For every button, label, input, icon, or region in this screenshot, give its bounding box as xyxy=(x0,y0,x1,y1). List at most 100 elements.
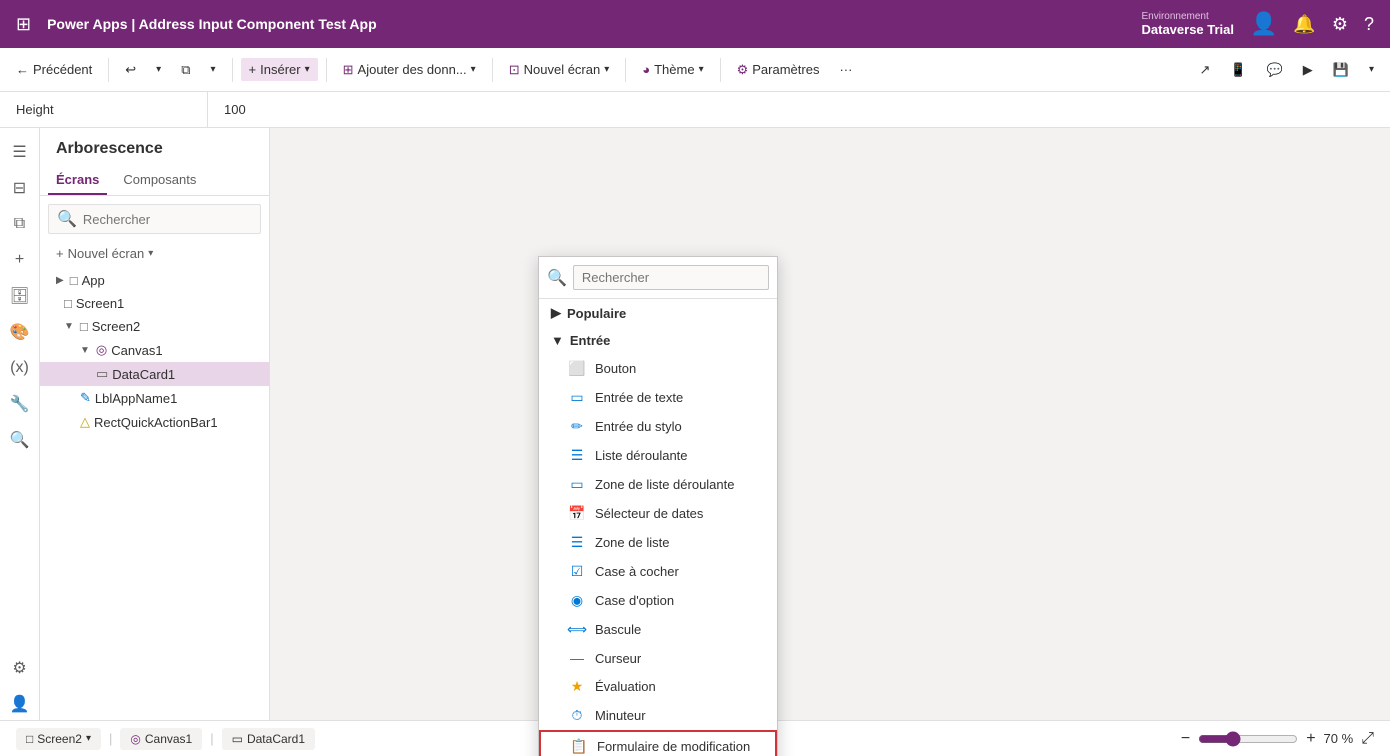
hamburger-icon[interactable]: ☰ xyxy=(4,136,36,168)
tree-search-box[interactable]: 🔍 xyxy=(48,204,261,234)
bell-icon[interactable]: 🔔 xyxy=(1293,14,1315,35)
sep3 xyxy=(326,58,327,82)
radio-icon: ◉ xyxy=(567,592,587,609)
theme-icon: ◕ xyxy=(642,62,650,77)
search-icon[interactable]: 🔍 xyxy=(4,424,36,456)
item-minuteur[interactable]: ⏱ Minuteur xyxy=(539,701,777,730)
item-entree-texte[interactable]: ▭ Entrée de texte xyxy=(539,383,777,412)
insert-chevron-icon: ▾ xyxy=(305,64,310,75)
screen2-chevron-icon: ▼ xyxy=(64,321,74,332)
edit-form-icon: 📋 xyxy=(569,738,589,755)
liste-icon: ☰ xyxy=(567,447,587,464)
undo-icon: ↩ xyxy=(125,62,136,78)
copy-dropdown[interactable]: ▾ xyxy=(203,60,224,79)
tree-item-lblappname1[interactable]: ✎ LblAppName1 xyxy=(40,386,269,410)
environment-info: Environnement Dataverse Trial xyxy=(1142,11,1235,37)
checkbox-icon: ☑ xyxy=(567,563,587,580)
item-zone-liste[interactable]: ▭ Zone de liste déroulante xyxy=(539,470,777,499)
status-tab-screen2[interactable]: □ Screen2 ▾ xyxy=(16,728,101,750)
item-selecteur-dates[interactable]: 📅 Sélecteur de dates xyxy=(539,499,777,528)
section-popular[interactable]: ▶ Populaire xyxy=(539,299,777,327)
screen2-chevron-icon: ▾ xyxy=(86,733,91,744)
paint-icon[interactable]: 🎨 xyxy=(4,316,36,348)
insert-button[interactable]: + Insérer ▾ xyxy=(241,58,318,81)
more-button[interactable]: ··· xyxy=(831,58,860,81)
settings-side-icon[interactable]: ⚙ xyxy=(4,652,36,684)
preview-mobile-button[interactable]: 📱 xyxy=(1222,58,1254,82)
tree-item-screen1[interactable]: □ Screen1 xyxy=(40,292,269,315)
lblappname1-icon: ✎ xyxy=(80,390,91,406)
components-icon[interactable]: ⧉ xyxy=(4,208,36,240)
new-screen-chevron-icon: ▾ xyxy=(148,248,153,259)
layers-icon[interactable]: ⊟ xyxy=(4,172,36,204)
new-screen-tree-button[interactable]: + Nouvel écran ▾ xyxy=(48,242,261,265)
play-button[interactable]: ▶ xyxy=(1295,58,1321,82)
new-screen-chevron-icon: ▾ xyxy=(604,64,609,75)
section-entree[interactable]: ▼ Entrée xyxy=(539,327,777,354)
item-evaluation[interactable]: ★ Évaluation xyxy=(539,672,777,701)
tree-search-input[interactable] xyxy=(83,212,252,227)
tree-item-canvas1[interactable]: ▼ ◎ Canvas1 xyxy=(40,338,269,362)
save-dropdown[interactable]: ▾ xyxy=(1361,58,1382,82)
tree-search-icon: 🔍 xyxy=(57,209,77,229)
sep6 xyxy=(720,58,721,82)
sep2 xyxy=(232,58,233,82)
property-selector[interactable]: Height xyxy=(8,92,208,127)
controls-icon[interactable]: 🔧 xyxy=(4,388,36,420)
status-tab-datacard1[interactable]: ▭ DataCard1 xyxy=(222,728,315,750)
item-bouton[interactable]: ⬜ Bouton xyxy=(539,354,777,383)
texte-icon: ▭ xyxy=(567,389,587,406)
settings-icon[interactable]: ⚙ xyxy=(1332,14,1348,35)
tab-components[interactable]: Composants xyxy=(115,166,204,195)
save-button[interactable]: 💾 xyxy=(1325,58,1357,82)
tree-item-rectquickactionbar1[interactable]: △ RectQuickActionBar1 xyxy=(40,410,269,434)
item-curseur[interactable]: — Curseur xyxy=(539,644,777,672)
add-icon[interactable]: + xyxy=(4,244,36,276)
expand-button[interactable]: ⤢ xyxy=(1361,730,1374,748)
share-button[interactable]: ↗ xyxy=(1192,58,1219,82)
zoom-plus-button[interactable]: + xyxy=(1306,730,1315,748)
item-liste-deroulante[interactable]: ☰ Liste déroulante xyxy=(539,441,777,470)
data-icon[interactable]: 🗄 xyxy=(4,280,36,312)
new-screen-button[interactable]: ⊡ Nouvel écran ▾ xyxy=(501,58,618,82)
copy-button[interactable]: ⧉ xyxy=(173,58,198,82)
timer-icon: ⏱ xyxy=(567,707,587,724)
add-data-button[interactable]: ⊞ Ajouter des donn... ▾ xyxy=(335,58,484,82)
save-icon: 💾 xyxy=(1333,62,1349,78)
item-formulaire-modification[interactable]: 📋 Formulaire de modification xyxy=(539,730,777,756)
screen-icon: □ xyxy=(26,732,33,746)
comment-button[interactable]: 💬 xyxy=(1259,58,1291,82)
theme-button[interactable]: ◕ Thème ▾ xyxy=(634,58,711,81)
formula-icon[interactable]: (x) xyxy=(4,352,36,384)
user-icon[interactable]: 👤 xyxy=(1250,11,1277,37)
item-zone-de-liste[interactable]: ☰ Zone de liste xyxy=(539,528,777,557)
undo-dropdown[interactable]: ▾ xyxy=(148,60,169,79)
tree-item-app[interactable]: ▶ □ App xyxy=(40,269,269,292)
params-button[interactable]: ⚙ Paramètres xyxy=(729,58,828,82)
dropdown-search-area[interactable]: 🔍 xyxy=(539,257,777,299)
tree-title: Arborescence xyxy=(40,128,269,166)
tree-item-screen2[interactable]: ▼ □ Screen2 xyxy=(40,315,269,338)
zoom-slider[interactable] xyxy=(1198,731,1298,747)
dropdown-search-input[interactable] xyxy=(573,265,769,290)
canvas-wrapper: 🔍 ▶ Populaire ▼ Entrée ⬜ xyxy=(270,128,1390,720)
status-tab-canvas1[interactable]: ◎ Canvas1 xyxy=(120,728,202,750)
item-entree-stylo[interactable]: ✏ Entrée du stylo xyxy=(539,412,777,441)
zoom-minus-button[interactable]: − xyxy=(1181,730,1190,748)
item-case-cocher[interactable]: ☑ Case à cocher xyxy=(539,557,777,586)
item-case-option[interactable]: ◉ Case d'option xyxy=(539,586,777,615)
sep1 xyxy=(108,58,109,82)
help-icon[interactable]: ? xyxy=(1364,14,1374,35)
undo-button[interactable]: ↩ xyxy=(117,58,144,82)
tree-item-datacard1[interactable]: ▭ DataCard1 xyxy=(40,362,269,386)
grid-icon[interactable]: ⊞ xyxy=(16,14,31,35)
tab-screens[interactable]: Écrans xyxy=(48,166,107,195)
item-bascule[interactable]: ⟺ Bascule xyxy=(539,615,777,644)
back-button[interactable]: ← Précédent xyxy=(8,58,100,81)
user-side-icon[interactable]: 👤 xyxy=(4,688,36,720)
status-sep2: | xyxy=(210,731,213,746)
comment-icon: 💬 xyxy=(1267,62,1283,78)
sep4 xyxy=(492,58,493,82)
formula-value[interactable]: 100 xyxy=(208,102,262,117)
toolbar: ← Précédent ↩ ▾ ⧉ ▾ + Insérer ▾ ⊞ Ajoute… xyxy=(0,48,1390,92)
